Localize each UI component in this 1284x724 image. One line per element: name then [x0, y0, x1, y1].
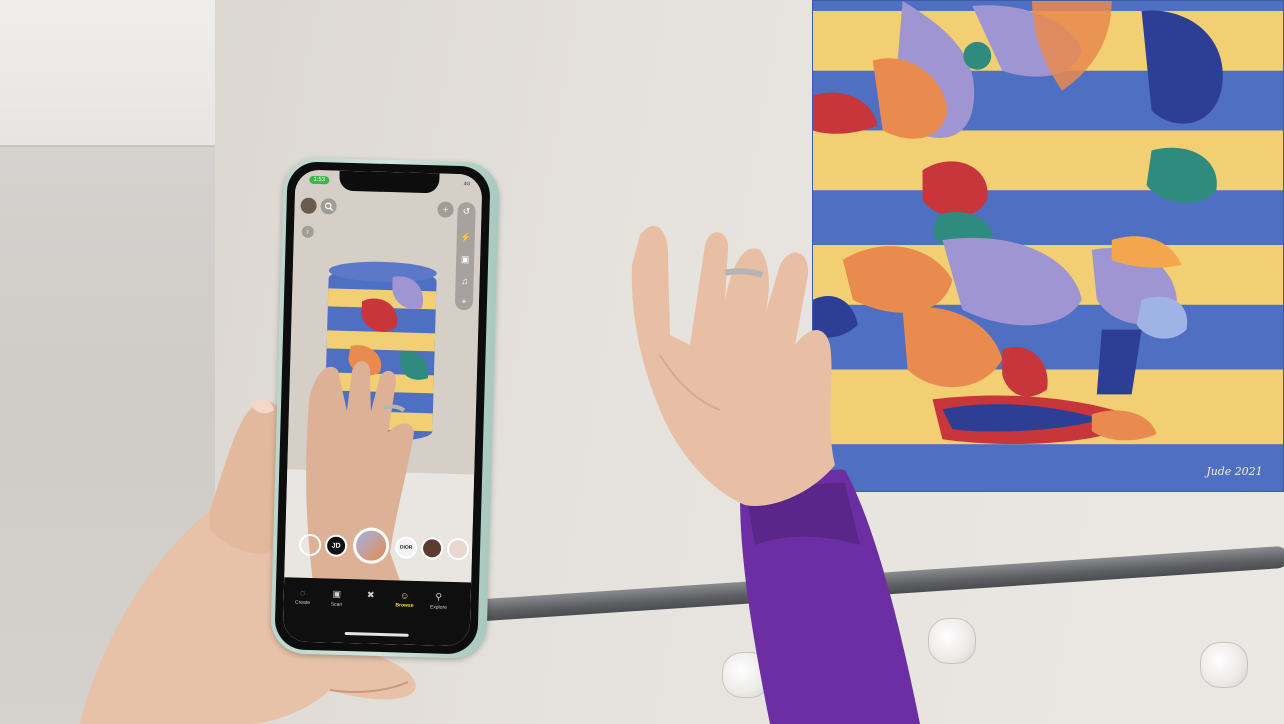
camera-tool-rail: ↺ ⚡ ▣ ♫ +	[454, 201, 476, 311]
timer-icon[interactable]: ▣	[456, 254, 474, 265]
plus-icon[interactable]: +	[455, 296, 473, 306]
music-icon[interactable]: ♫	[455, 276, 473, 286]
browse-icon: ☺	[400, 590, 410, 601]
flip-camera-icon[interactable]: ↺	[457, 206, 475, 217]
nav-explore[interactable]: ⚲ Explore	[421, 591, 456, 611]
nav-create[interactable]: ◌ Create	[285, 587, 319, 606]
nav-scan-label: Scan	[330, 601, 343, 608]
lens-painting-capture[interactable]	[352, 527, 390, 565]
home-indicator[interactable]	[344, 631, 409, 637]
lens-carousel: JD DIOR	[285, 525, 473, 570]
nav-scan[interactable]: ▣ Scan	[319, 588, 354, 608]
explore-icon: ⚲	[435, 591, 443, 602]
bottom-nav-bar: ◌ Create ▣ Scan ✖ ☺ Browse ⚲ Explore	[282, 577, 472, 647]
phone-notch	[338, 170, 440, 194]
camera-preview	[282, 169, 483, 647]
nav-browse[interactable]: ☺ Browse	[387, 590, 421, 609]
photo-scene: Jude 2021 1:53 4G i + ↺ ⚡ ▣ ♫ + JD DIOR …	[0, 0, 1284, 724]
scan-icon: ▣	[332, 588, 342, 599]
snapchat-camera-screen: 1:53 4G i + ↺ ⚡ ▣ ♫ + JD DIOR ◌ Create ▣…	[282, 169, 483, 647]
smartphone: 1:53 4G i + ↺ ⚡ ▣ ♫ + JD DIOR ◌ Create ▣…	[270, 157, 500, 659]
status-time: 1:53	[309, 175, 330, 185]
nav-browse-label: Browse	[395, 602, 414, 609]
ceiling-soffit	[0, 0, 215, 147]
close-icon: ✖	[366, 589, 375, 600]
flash-icon[interactable]: ⚡	[457, 232, 475, 243]
lens-face[interactable]	[446, 537, 470, 561]
lens-empty[interactable]	[298, 533, 322, 557]
nav-explore-label: Explore	[429, 604, 447, 611]
nav-create-label: Create	[294, 599, 311, 606]
rail-bracket	[1200, 642, 1248, 688]
lens-dior[interactable]: DIOR	[394, 536, 418, 559]
lens-portrait[interactable]	[420, 537, 444, 560]
nav-close[interactable]: ✖	[354, 589, 388, 603]
painting-signature: Jude 2021	[1204, 465, 1262, 478]
create-icon: ◌	[299, 587, 306, 598]
status-network: 4G	[463, 181, 471, 188]
lens-jd[interactable]: JD	[324, 534, 348, 557]
